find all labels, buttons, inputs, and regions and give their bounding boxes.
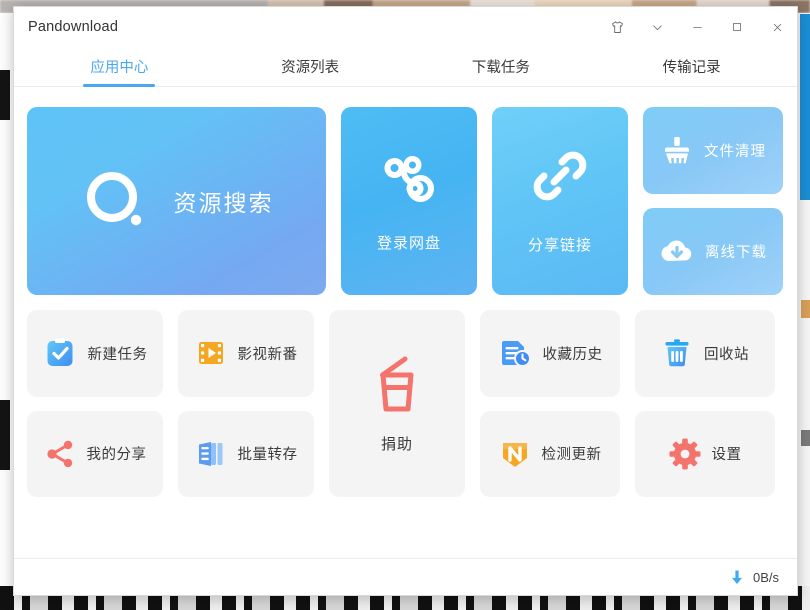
tile-label: 分享链接 (528, 234, 592, 255)
tile-label: 检测更新 (542, 443, 602, 464)
tile-label: 回收站 (704, 343, 749, 364)
status-bar: 0B/s (14, 558, 797, 595)
application-window: Pandownload (13, 6, 798, 596)
tile-label: 登录网盘 (377, 232, 441, 253)
batch-save-icon (195, 438, 227, 470)
gear-icon (669, 438, 701, 470)
app-title: Pandownload (28, 19, 118, 35)
app-center-content: 资源搜索 登录网盘 (14, 87, 797, 558)
tile-label: 资源搜索 (174, 184, 274, 218)
baidu-cloud-icon (378, 150, 440, 202)
tile-label: 文件清理 (704, 140, 766, 161)
tile-label: 设置 (712, 443, 742, 464)
tab-label: 资源列表 (281, 56, 339, 77)
search-ring-icon (80, 165, 152, 237)
tile-settings[interactable]: 设置 (635, 411, 775, 498)
tile-grid-bottom: 新建任务 我的分享 (27, 310, 784, 497)
tile-label: 批量转存 (238, 443, 298, 464)
tile-column-a: 新建任务 我的分享 (27, 310, 163, 497)
title-bar[interactable]: Pandownload (14, 7, 797, 47)
tab-label: 传输记录 (663, 56, 721, 77)
tile-favorite-history[interactable]: 收藏历史 (480, 310, 620, 397)
tile-label: 收藏历史 (543, 343, 603, 364)
link-icon (532, 148, 588, 204)
maximize-icon[interactable] (717, 7, 757, 47)
tile-offline-download[interactable]: 离线下载 (643, 208, 783, 295)
tile-label: 新建任务 (88, 343, 148, 364)
tile-share-link[interactable]: 分享链接 (492, 107, 628, 295)
document-clock-icon (498, 337, 532, 369)
tile-grid-top: 资源搜索 登录网盘 (27, 107, 784, 295)
desktop-right-mark (801, 300, 810, 318)
tile-donate[interactable]: 捐助 (329, 310, 465, 497)
tile-label: 我的分享 (87, 443, 147, 464)
cloud-download-icon (659, 237, 695, 267)
tile-check-update[interactable]: 检测更新 (480, 411, 620, 498)
tab-app-center[interactable]: 应用中心 (24, 47, 215, 86)
tab-transfer-records[interactable]: 传输记录 (596, 47, 787, 86)
tile-login-netdisk[interactable]: 登录网盘 (341, 107, 477, 295)
desktop-left-block (0, 70, 10, 120)
drink-cup-icon (371, 353, 423, 415)
broom-icon (660, 134, 694, 168)
update-n-icon (499, 438, 531, 470)
tile-video-new[interactable]: 影视新番 (178, 310, 314, 397)
clipboard-check-icon (43, 336, 77, 370)
tile-column-c: 收藏历史 检测更新 (480, 310, 620, 497)
trash-icon (661, 337, 693, 369)
window-controls (597, 7, 797, 47)
tab-label: 下载任务 (472, 56, 530, 77)
desktop-right-accent (800, 14, 810, 200)
skin-icon[interactable] (597, 7, 637, 47)
desktop-left-block (0, 400, 10, 470)
tab-download-tasks[interactable]: 下载任务 (406, 47, 597, 86)
tile-file-clean[interactable]: 文件清理 (643, 107, 783, 194)
tile-column-b: 影视新番 (178, 310, 314, 497)
chevron-down-icon[interactable] (637, 7, 677, 47)
desktop-right-mark (801, 430, 810, 446)
film-play-icon (195, 337, 227, 369)
tile-new-task[interactable]: 新建任务 (27, 310, 163, 397)
tab-bar: 应用中心 资源列表 下载任务 传输记录 (14, 47, 797, 87)
tab-resource-list[interactable]: 资源列表 (215, 47, 406, 86)
download-arrow-icon (730, 570, 744, 585)
tile-recycle-bin[interactable]: 回收站 (635, 310, 775, 397)
tile-label: 离线下载 (705, 241, 767, 262)
tile-resource-search[interactable]: 资源搜索 (27, 107, 326, 295)
tile-my-share[interactable]: 我的分享 (27, 411, 163, 498)
tile-label: 捐助 (381, 433, 413, 454)
close-icon[interactable] (757, 7, 797, 47)
minimize-icon[interactable] (677, 7, 717, 47)
download-speed: 0B/s (753, 570, 779, 585)
tile-label: 影视新番 (238, 343, 298, 364)
tile-column-right-top: 文件清理 离线下载 (643, 107, 783, 295)
tab-label: 应用中心 (90, 56, 148, 77)
tile-batch-save[interactable]: 批量转存 (178, 411, 314, 498)
share-nodes-icon (44, 438, 76, 470)
tile-column-d: 回收站 (635, 310, 775, 497)
